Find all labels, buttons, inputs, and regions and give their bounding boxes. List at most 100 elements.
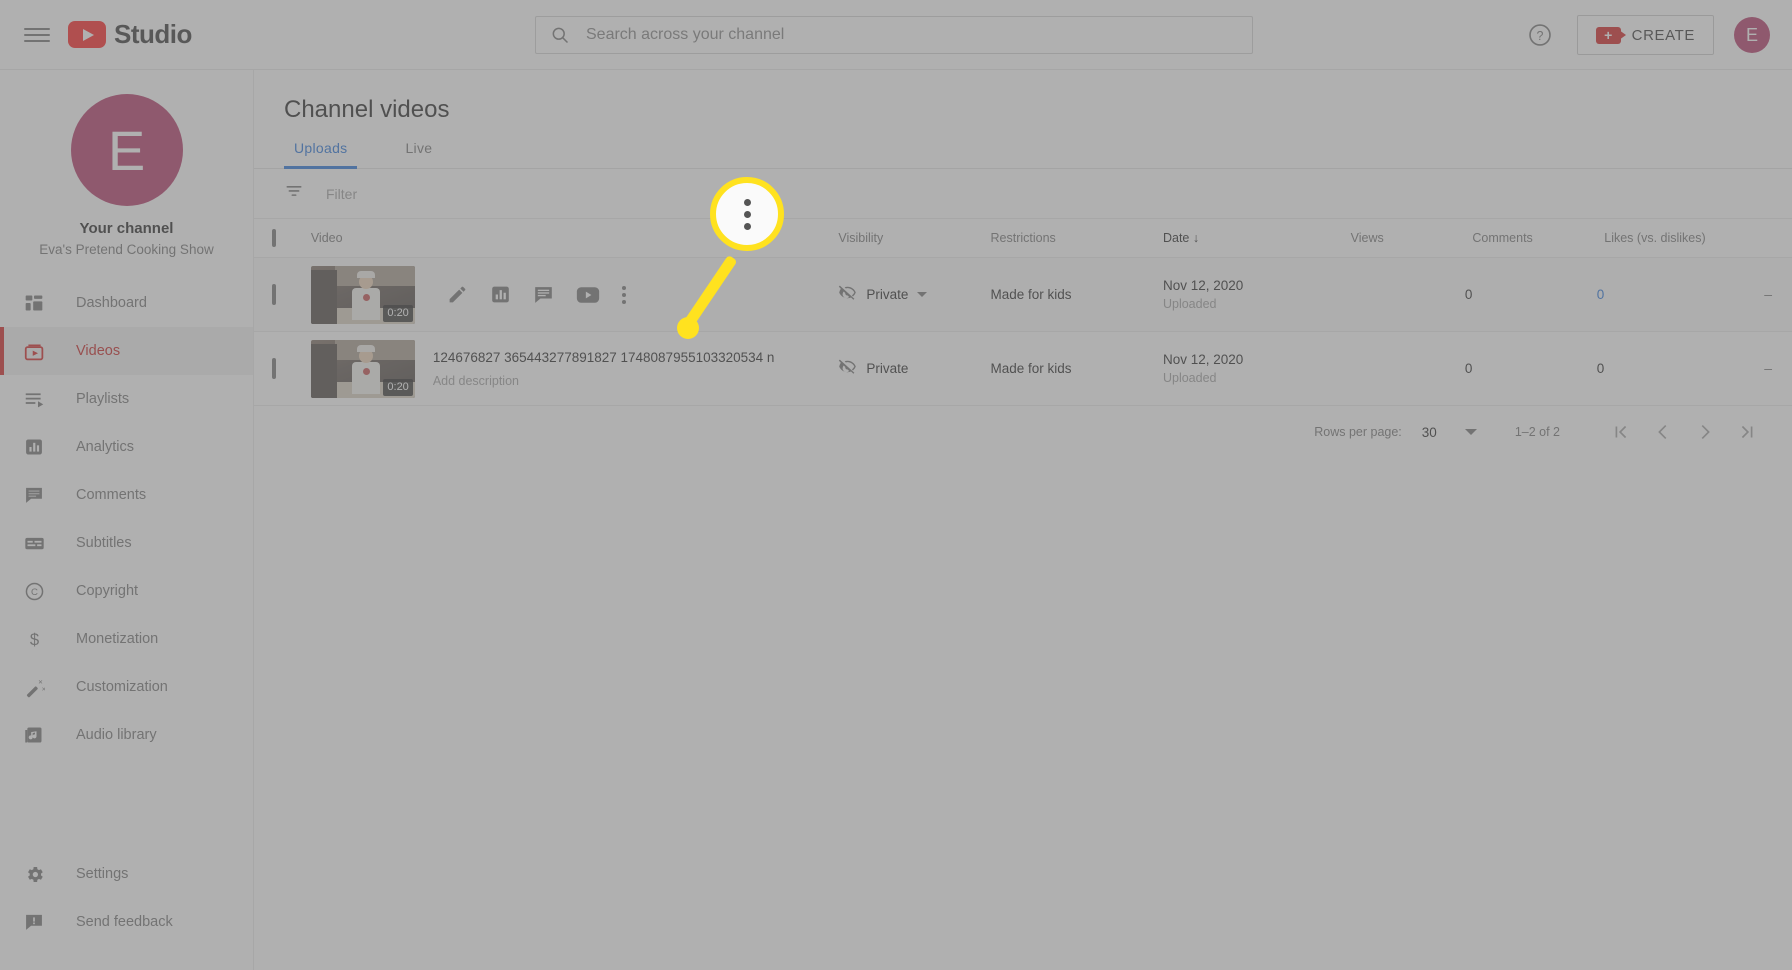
column-restrictions[interactable]: Restrictions [990, 219, 1163, 258]
search-input[interactable] [586, 26, 1238, 44]
visibility-label: Private [866, 287, 909, 302]
row-likes-cell: – [1604, 331, 1792, 406]
channel-summary: E Your channel Eva's Pretend Cooking Sho… [0, 70, 253, 275]
row-video-cell: 0:20 124676827 365443277891827 174808795… [310, 331, 839, 406]
next-page-icon[interactable] [1684, 411, 1726, 453]
video-thumbnail[interactable]: 0:20 [310, 339, 415, 398]
sidebar-item-send-feedback[interactable]: Send feedback [0, 898, 253, 946]
main-content: Channel videos Uploads Live Filter Video… [254, 70, 1792, 970]
column-views[interactable]: Views [1350, 219, 1473, 258]
sidebar-item-videos[interactable]: Videos [0, 327, 253, 375]
sidebar-item-settings[interactable]: Settings [0, 850, 253, 898]
analytics-icon [24, 437, 50, 457]
chevron-down-icon[interactable] [917, 292, 928, 297]
search-bar[interactable] [535, 16, 1253, 54]
chevron-down-icon[interactable] [1464, 429, 1477, 435]
table-row[interactable]: 0:20 124676827 365443277891827 174808795… [254, 331, 1792, 406]
channel-name: Eva's Pretend Cooking Show [39, 242, 214, 257]
views-value: 0 [1464, 360, 1473, 376]
row-visibility-cell[interactable]: Private [838, 257, 991, 332]
sidebar-item-label: Audio library [76, 727, 157, 743]
row-restrictions-cell: Made for kids [990, 331, 1163, 406]
table-row[interactable]: 0:20 Private Made for kids Nov 12, 2020 … [254, 257, 1792, 332]
svg-text:✕: ✕ [42, 687, 46, 693]
video-description[interactable]: Add description [433, 374, 775, 388]
column-video[interactable]: Video [310, 219, 839, 258]
videos-table-body: 0:20 Private Made for kids Nov 12, 2020 … [254, 257, 1792, 406]
tab-uploads[interactable]: Uploads [284, 140, 358, 169]
row-views-cell: 0 [1350, 257, 1473, 332]
sidebar-item-customization[interactable]: ✕ ✕ Customization [0, 663, 253, 711]
sidebar-item-audio-library[interactable]: Audio library [0, 711, 253, 759]
videos-icon [24, 341, 50, 362]
select-all-checkbox[interactable] [272, 229, 276, 247]
row-checkbox[interactable] [272, 283, 276, 305]
copyright-icon: C [24, 581, 50, 602]
row-checkbox[interactable] [272, 357, 276, 379]
sidebar-item-comments[interactable]: Comments [0, 471, 253, 519]
subtitles-icon [24, 533, 50, 554]
videos-table-header: Video Visibility Restrictions Date ↓ Vie… [254, 219, 1792, 258]
date-status: Uploaded [1162, 371, 1217, 385]
account-avatar[interactable]: E [1734, 17, 1770, 53]
column-date[interactable]: Date ↓ [1162, 219, 1351, 258]
sidebar-item-label: Subtitles [76, 535, 132, 551]
analytics-icon[interactable] [490, 284, 511, 305]
video-text-block: 124676827 365443277891827 17480879551033… [433, 349, 775, 388]
row-visibility-cell[interactable]: Private [838, 331, 991, 406]
sidebar-item-copyright[interactable]: C Copyright [0, 567, 253, 615]
comments-value[interactable]: 0 [1597, 287, 1605, 302]
youtube-studio-window: Studio ? + CREATE E E [0, 0, 1792, 970]
row-date-cell: Nov 12, 2020 Uploaded [1162, 331, 1351, 406]
first-page-icon[interactable] [1600, 411, 1642, 453]
sidebar-item-label: Comments [76, 487, 147, 503]
column-likes[interactable]: Likes (vs. dislikes) [1604, 219, 1792, 258]
tab-live[interactable]: Live [395, 140, 442, 168]
likes-value: – [1764, 359, 1772, 376]
column-comments[interactable]: Comments [1472, 219, 1605, 258]
video-duration: 0:20 [383, 305, 413, 322]
private-eye-off-icon [838, 357, 857, 381]
svg-text:C: C [31, 587, 38, 598]
feedback-icon [24, 912, 50, 932]
edit-details-icon[interactable] [447, 284, 468, 305]
prev-page-icon[interactable] [1642, 411, 1684, 453]
filter-input[interactable]: Filter [326, 186, 357, 202]
more-options-icon[interactable] [621, 285, 626, 304]
sidebar-item-playlists[interactable]: Playlists [0, 375, 253, 423]
hamburger-icon[interactable] [24, 25, 50, 45]
filter-icon[interactable] [284, 181, 304, 206]
studio-logo-text: Studio [114, 19, 192, 49]
page-title: Channel videos [284, 96, 450, 123]
rows-per-page-value[interactable]: 30 [1422, 425, 1437, 440]
channel-avatar[interactable]: E [70, 94, 183, 206]
comments-icon[interactable] [533, 284, 554, 305]
video-camera-icon: + [1595, 26, 1626, 44]
watch-on-youtube-icon[interactable] [576, 286, 600, 304]
row-comments-cell: 0 [1472, 257, 1605, 332]
sidebar-item-label: Playlists [76, 391, 130, 407]
video-thumbnail[interactable]: 0:20 [310, 265, 415, 324]
create-button[interactable]: + CREATE [1576, 15, 1714, 55]
sidebar-item-label: Copyright [76, 583, 139, 599]
dashboard-icon [24, 293, 50, 313]
rows-per-page-label: Rows per page: [1314, 425, 1402, 439]
sidebar-item-analytics[interactable]: Analytics [0, 423, 253, 471]
sidebar-item-dashboard[interactable]: Dashboard [0, 279, 253, 327]
video-title[interactable]: 124676827 365443277891827 17480879551033… [433, 349, 775, 368]
row-select-cell [254, 257, 311, 332]
row-date-cell: Nov 12, 2020 Uploaded [1162, 257, 1351, 332]
sidebar-item-subtitles[interactable]: Subtitles [0, 519, 253, 567]
last-page-icon[interactable] [1726, 411, 1768, 453]
visibility-label: Private [866, 361, 909, 376]
sidebar-item-label: Customization [76, 679, 168, 695]
row-likes-cell: – [1604, 257, 1792, 332]
left-sidebar: E Your channel Eva's Pretend Cooking Sho… [0, 70, 254, 970]
sidebar-item-monetization[interactable]: $ Monetization [0, 615, 253, 663]
help-circle-icon[interactable]: ? [1523, 18, 1557, 52]
studio-logo[interactable]: Studio [68, 19, 192, 50]
column-visibility[interactable]: Visibility [838, 219, 991, 258]
customization-icon: ✕ ✕ [24, 677, 50, 698]
date-value: Nov 12, 2020 [1162, 352, 1244, 367]
